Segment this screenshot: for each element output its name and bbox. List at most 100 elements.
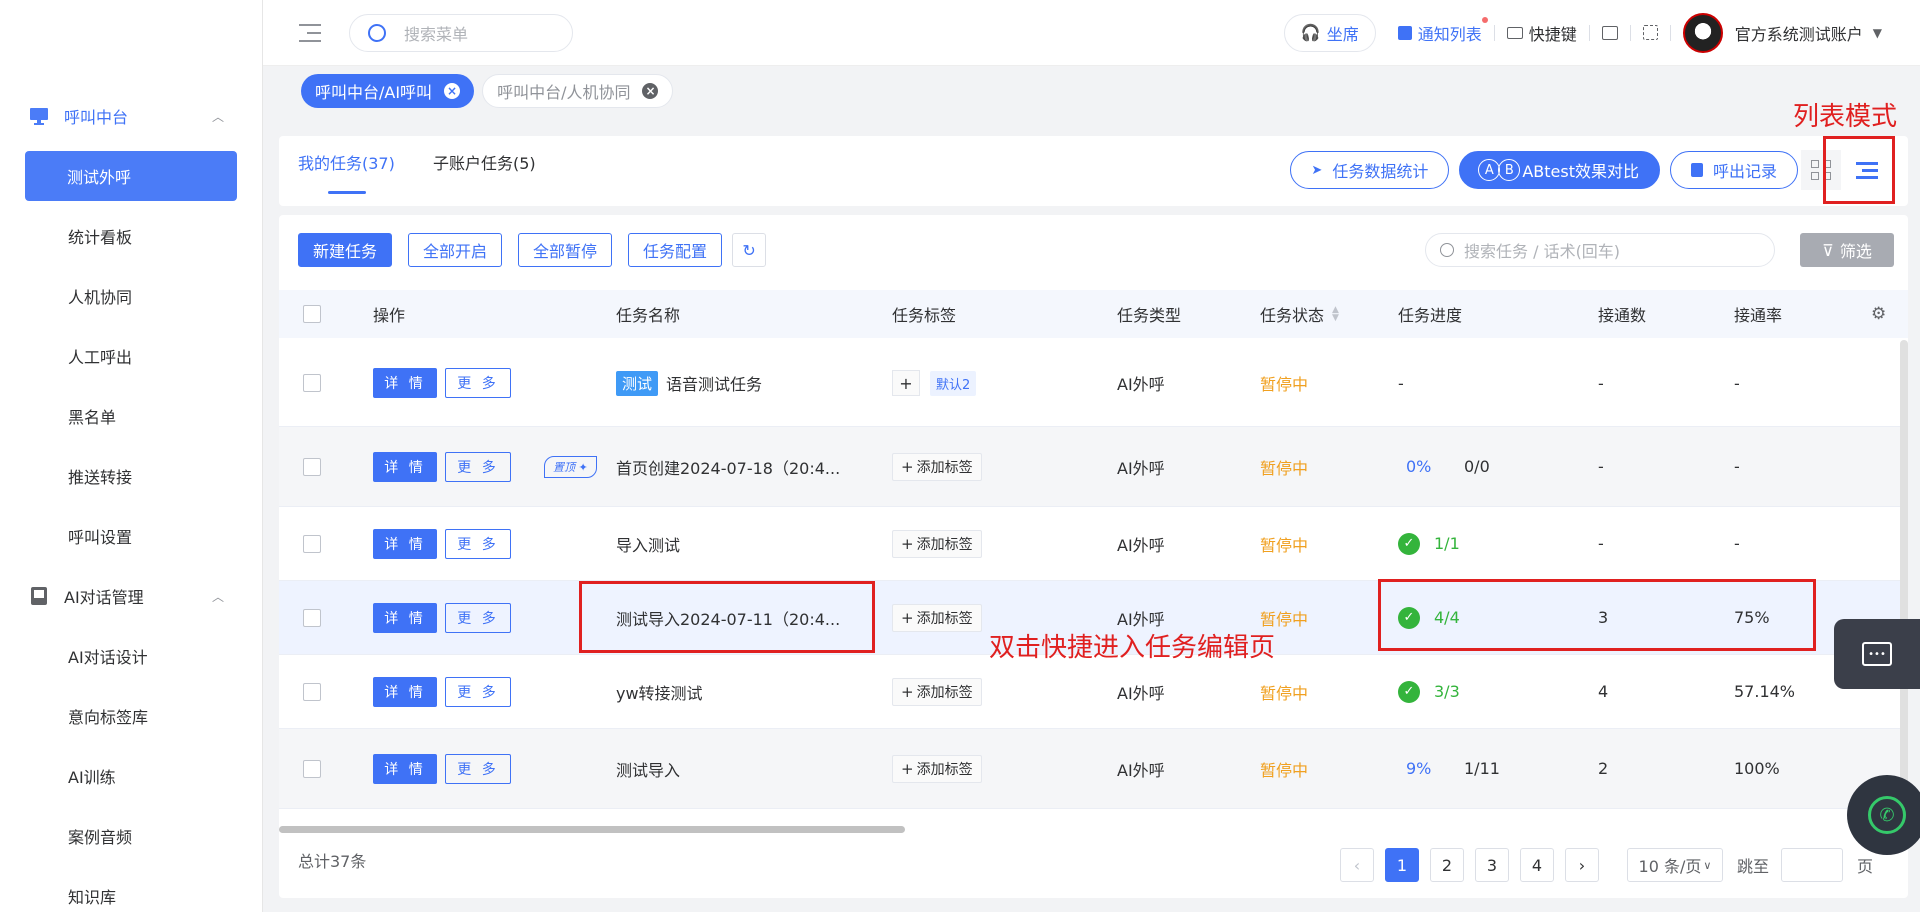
table-row[interactable]: 详 情更 多 测试 语音测试任务 + 默认2 AI外呼 暂停中 - - - xyxy=(279,340,1908,427)
add-tag-button[interactable]: + 添加标签 xyxy=(892,603,982,632)
menu-fold-icon[interactable] xyxy=(299,23,321,42)
menu-group-ai-dialog[interactable]: AI对话管理 ︿ xyxy=(0,566,262,626)
row-checkbox[interactable] xyxy=(303,457,321,476)
task-search-input[interactable]: 搜索任务 / 话术(回车) xyxy=(1425,233,1775,267)
list-mode-button[interactable] xyxy=(1847,150,1887,190)
pause-all-button[interactable]: 全部暂停 xyxy=(518,233,613,267)
menu-item-ai-training[interactable]: AI训练 xyxy=(0,746,262,806)
detail-button[interactable]: 详 情 xyxy=(373,753,437,784)
table-row[interactable]: 详 情更 多 测试导入 + 添加标签 AI外呼 暂停中 9% 1/11 2 100% xyxy=(279,729,1908,809)
chat-float-button[interactable]: ••• xyxy=(1834,619,1920,689)
menu-item-blacklist[interactable]: 黑名单 xyxy=(0,386,262,446)
task-name[interactable]: 导入测试 xyxy=(616,532,680,556)
select-all-checkbox[interactable] xyxy=(303,305,321,323)
task-name[interactable]: 语音测试任务 xyxy=(666,371,762,395)
screenshot-icon[interactable] xyxy=(1642,25,1658,40)
menu-item-intent-tags[interactable]: 意向标签库 xyxy=(0,686,262,746)
prev-page-button[interactable]: ‹ xyxy=(1340,848,1374,882)
avatar[interactable] xyxy=(1682,12,1723,53)
page-size-select[interactable]: 10 条/页 ∨ xyxy=(1627,848,1723,882)
menu-item-ai-dialog-design[interactable]: AI对话设计 xyxy=(0,626,262,686)
grid-icon xyxy=(1811,160,1831,180)
phone-float-button[interactable]: ✆ xyxy=(1847,775,1920,855)
menu-item-push-transfer[interactable]: 推送转接 xyxy=(0,446,262,506)
task-status: 暂停中 xyxy=(1260,535,1309,555)
detail-button[interactable]: 详 情 xyxy=(373,451,437,482)
detail-button[interactable]: 详 情 xyxy=(373,368,437,398)
close-icon[interactable]: × xyxy=(642,83,659,99)
menu-item-manual-call[interactable]: 人工呼出 xyxy=(0,326,262,386)
menu-search[interactable]: 搜索菜单 xyxy=(349,13,573,52)
row-checkbox[interactable] xyxy=(303,759,321,778)
sidebar: 呼叫中台 ︿ 测试外呼 统计看板 人机协同 人工呼出 黑名单 推送转接 呼叫设置… xyxy=(0,0,263,912)
task-stats-button[interactable]: ➤ 任务数据统计 xyxy=(1290,151,1450,189)
tag-human-machine[interactable]: 呼叫中台/人机协同 × xyxy=(482,74,674,108)
grid-mode-button[interactable] xyxy=(1801,150,1841,190)
shortcut-button[interactable]: 快捷键 xyxy=(1506,21,1577,45)
col-header-sortable[interactable]: 任务状态 ▲ ▼ xyxy=(1260,302,1339,326)
row-checkbox[interactable] xyxy=(303,682,321,701)
refresh-button[interactable]: ↻ xyxy=(732,233,767,267)
seat-button[interactable]: 🎧 坐席 xyxy=(1283,13,1376,52)
menu-item-stats-board[interactable]: 统计看板 xyxy=(0,206,262,266)
menu-group-call-center[interactable]: 呼叫中台 ︿ xyxy=(0,86,262,146)
more-button[interactable]: 更 多 xyxy=(445,602,511,633)
jump-page-input[interactable] xyxy=(1781,848,1844,882)
menu-item-test-call[interactable]: 测试外呼 xyxy=(25,151,237,201)
table-row[interactable]: 详 情更 多 导入测试 + 添加标签 AI外呼 暂停中 ✓ 1/1 - - xyxy=(279,507,1908,581)
row-checkbox[interactable] xyxy=(303,534,321,553)
table-row[interactable]: 详 情更 多 yw转接测试 + 添加标签 AI外呼 暂停中 ✓ 3/3 4 57.14% xyxy=(279,655,1908,729)
start-all-button[interactable]: 全部开启 xyxy=(408,233,503,267)
page-1-button[interactable]: 1 xyxy=(1385,848,1419,882)
call-records-button[interactable]: 呼出记录 xyxy=(1669,151,1798,189)
task-name[interactable]: 测试导入 xyxy=(616,757,680,781)
notice-list-button[interactable]: 通知列表 xyxy=(1397,16,1488,45)
table-row[interactable]: 详 情更 多 置顶 ✦ 首页创建2024-07-18（20:4... + 添加标签 AI外… xyxy=(279,427,1908,507)
more-button[interactable]: 更 多 xyxy=(445,676,511,707)
task-name[interactable]: yw转接测试 xyxy=(616,680,703,704)
menu-item-knowledge-base[interactable]: 知识库 xyxy=(0,866,262,912)
close-icon[interactable]: × xyxy=(444,83,461,99)
row-checkbox[interactable] xyxy=(303,608,321,627)
account-name[interactable]: 官方系统测试账户 xyxy=(1735,21,1863,45)
notice-dot xyxy=(1481,16,1488,23)
record-icon xyxy=(1690,163,1703,177)
add-tag-button[interactable]: + 添加标签 xyxy=(892,452,982,481)
more-button[interactable]: 更 多 xyxy=(445,368,511,398)
task-config-button[interactable]: 任务配置 xyxy=(628,233,723,267)
menu-item-call-settings[interactable]: 呼叫设置 xyxy=(0,506,262,566)
horizontal-scrollbar[interactable] xyxy=(279,826,905,833)
new-task-button[interactable]: 新建任务 xyxy=(298,233,393,267)
detail-button[interactable]: 详 情 xyxy=(373,676,437,707)
column-settings-icon[interactable]: ⚙ xyxy=(1871,304,1886,324)
caret-down-icon[interactable]: ▼ xyxy=(1873,26,1882,40)
tab-my-tasks[interactable]: 我的任务(37) xyxy=(298,150,395,174)
filter-button[interactable]: ⊽ 筛选 xyxy=(1800,233,1894,267)
vertical-scrollbar[interactable] xyxy=(1900,340,1908,830)
add-tag-button[interactable]: + 添加标签 xyxy=(892,754,982,783)
tab-sub-account[interactable]: 子账户任务(5) xyxy=(433,150,536,174)
detail-button[interactable]: 详 情 xyxy=(373,528,437,559)
abtest-button[interactable]: A B ABtest效果对比 xyxy=(1459,151,1660,189)
add-tag-button[interactable]: + 添加标签 xyxy=(892,529,982,558)
more-button[interactable]: 更 多 xyxy=(445,451,511,482)
more-button[interactable]: 更 多 xyxy=(445,753,511,784)
page-3-button[interactable]: 3 xyxy=(1475,848,1509,882)
add-tag-icon[interactable]: + xyxy=(892,370,920,396)
row-checkbox[interactable] xyxy=(303,374,321,392)
menu-item-case-audio[interactable]: 案例音频 xyxy=(0,806,262,866)
plus-icon: + xyxy=(901,759,914,778)
page-4-button[interactable]: 4 xyxy=(1520,848,1554,882)
menu-item-human-machine[interactable]: 人机协同 xyxy=(0,266,262,326)
more-button[interactable]: 更 多 xyxy=(445,528,511,559)
tag-ai-call[interactable]: 呼叫中台/AI呼叫 × xyxy=(301,74,475,108)
task-name[interactable]: 首页创建2024-07-18（20:4... xyxy=(616,455,840,479)
page-2-button[interactable]: 2 xyxy=(1430,848,1464,882)
detail-button[interactable]: 详 情 xyxy=(373,602,437,633)
next-page-button[interactable]: › xyxy=(1565,848,1599,882)
screen-icon[interactable] xyxy=(1601,25,1618,40)
task-name[interactable]: 测试导入2024-07-11（20:4... xyxy=(616,606,840,630)
task-status: 暂停中 xyxy=(1260,609,1309,629)
task-type: AI外呼 xyxy=(1117,375,1165,394)
add-tag-button[interactable]: + 添加标签 xyxy=(892,677,982,706)
